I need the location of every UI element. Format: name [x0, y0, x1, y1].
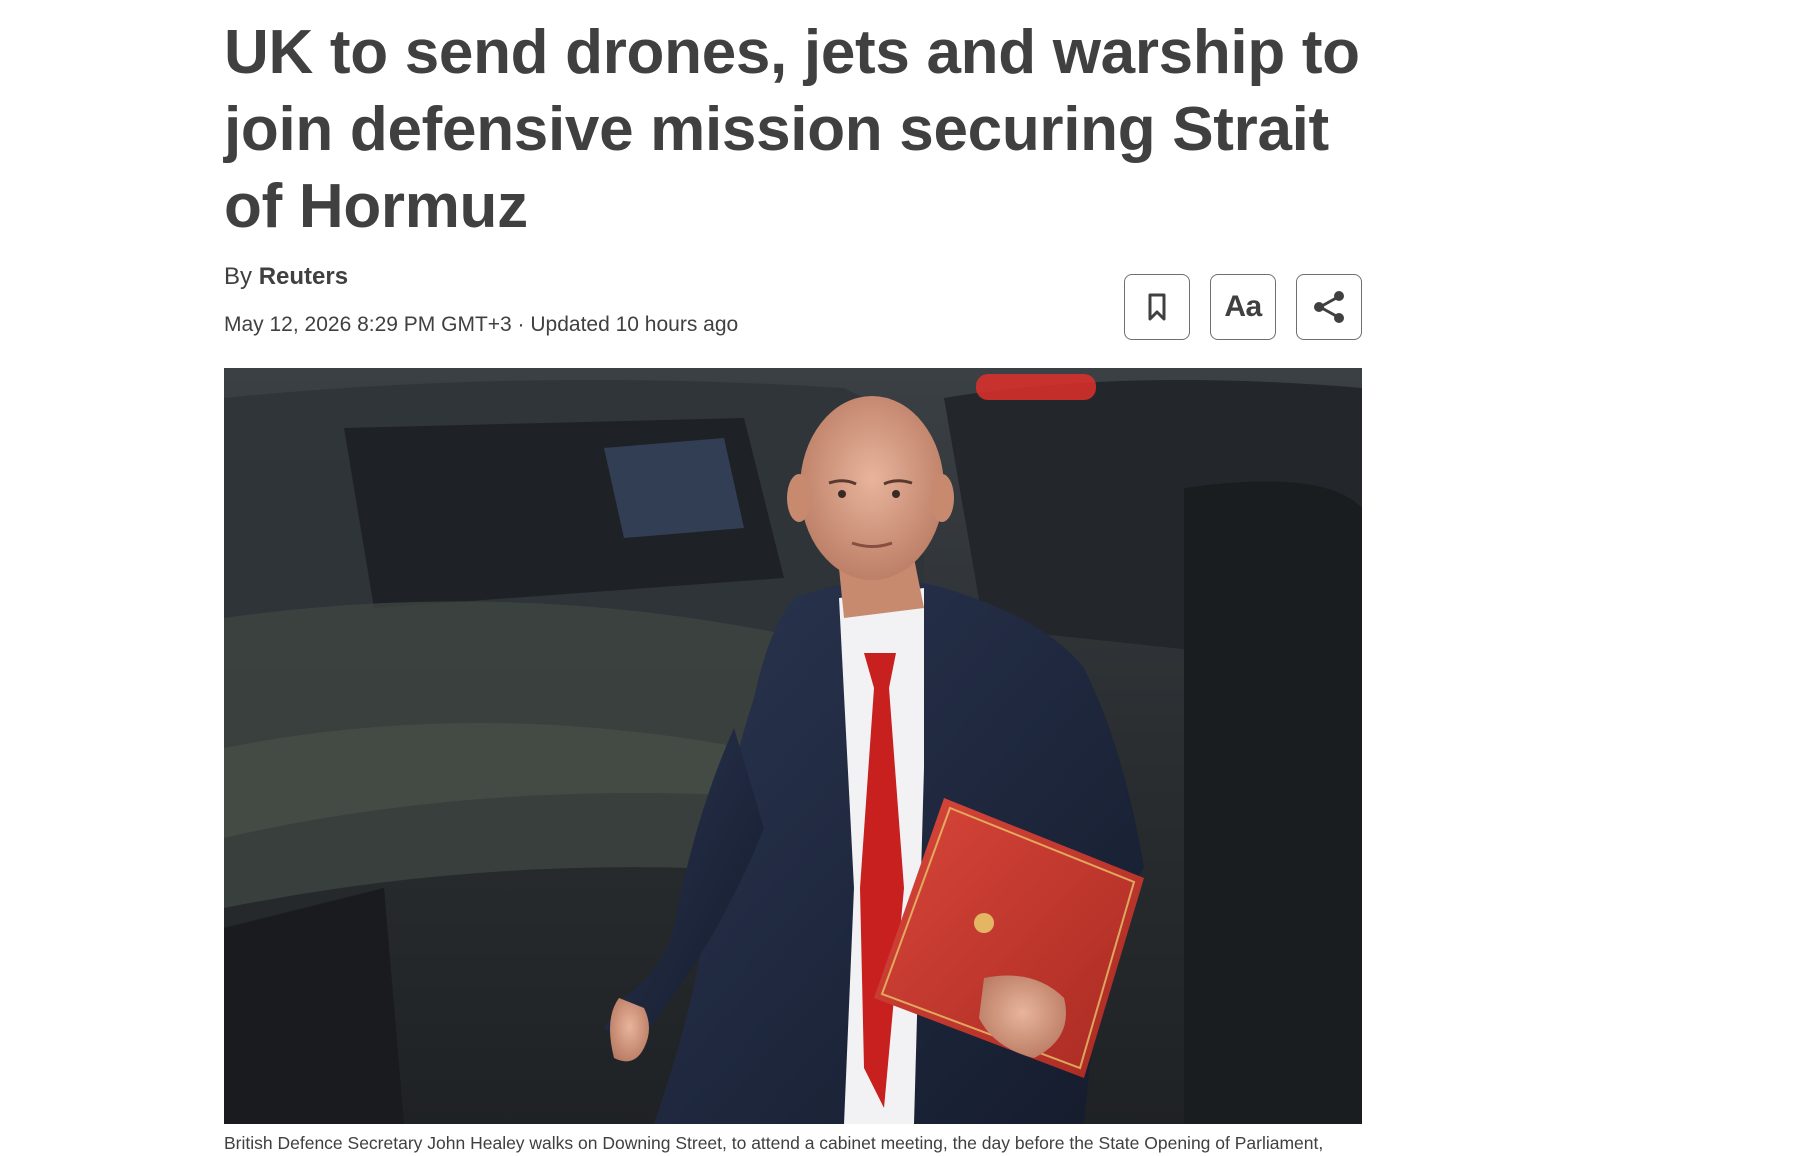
- article-meta: By Reuters May 12, 2026 8:29 PM GMT+3 · …: [224, 258, 1362, 348]
- article-tools: Aa: [1124, 274, 1362, 340]
- article: UK to send drones, jets and warship to j…: [224, 0, 1362, 1153]
- photo-image: [224, 368, 1362, 1124]
- author-link[interactable]: Reuters: [259, 263, 348, 290]
- byline-prefix: By: [224, 263, 253, 290]
- byline: By Reuters: [224, 262, 348, 292]
- photo-caption: British Defence Secretary John Healey wa…: [224, 1133, 1324, 1153]
- bookmark-button[interactable]: [1124, 274, 1190, 340]
- font-size-button[interactable]: Aa: [1210, 274, 1276, 340]
- article-photo[interactable]: [224, 368, 1362, 1124]
- font-size-label: Aa: [1224, 290, 1262, 323]
- headline: UK to send drones, jets and warship to j…: [224, 18, 1360, 241]
- bookmark-icon: [1148, 293, 1166, 321]
- dateline: May 12, 2026 8:29 PM GMT+3 · Updated 10 …: [224, 313, 739, 336]
- share-button[interactable]: [1296, 274, 1362, 340]
- share-icon: [1314, 291, 1344, 323]
